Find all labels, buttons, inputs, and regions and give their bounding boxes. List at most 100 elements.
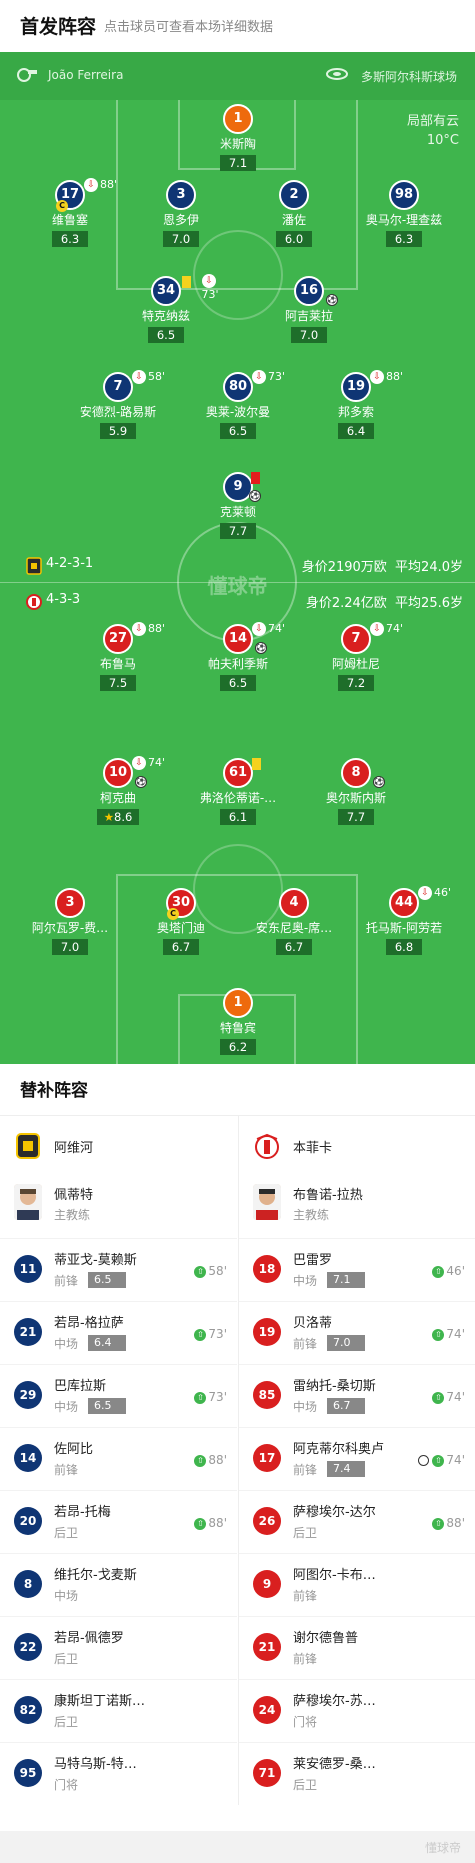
home-player-am2[interactable]: 80 ⇩ 73' 奥莱-波尔曼 6.5	[178, 370, 298, 439]
away-player-cm1[interactable]: 10 ⇩ 74' ⚽ 柯克曲 ★8.6	[58, 756, 178, 825]
sub-in-time: ⇧ 46'	[432, 1264, 465, 1278]
sub-player-row[interactable]: 14 佐阿比 前锋 ⇧ 88'	[0, 1427, 237, 1490]
sub-player-row[interactable]: 24 萨穆埃尔-苏… 门将	[239, 1679, 475, 1742]
sub-player-row[interactable]: 21 若昂-格拉萨 中场 6.4 ⇧ 73'	[0, 1301, 237, 1364]
sub-in-time: ⇧ 88'	[432, 1516, 465, 1530]
coach-photo-icon	[14, 1184, 42, 1220]
sub-number: 17	[253, 1444, 281, 1472]
player-rating: 6.8	[386, 939, 422, 955]
player-rating: 7.0	[52, 939, 88, 955]
home-player-cb1[interactable]: 3 恩多伊 7.0	[121, 180, 241, 247]
away-player-gk[interactable]: 1 特鲁宾 6.2	[178, 988, 298, 1055]
sub-player-row[interactable]: 17 阿克蒂尔科奥卢 前锋 7.4 ⇧ 74'	[239, 1427, 475, 1490]
player-number: 1	[223, 988, 253, 1018]
away-player-lw[interactable]: 27 ⇩ 88' 布鲁马 7.5	[58, 622, 178, 691]
sub-player-row[interactable]: 71 莱安德罗-桑… 后卫	[239, 1742, 475, 1805]
sub-in-minute: 74'	[446, 1390, 465, 1404]
coach-avatar	[253, 1184, 281, 1220]
sub-position: 中场	[54, 1589, 79, 1603]
sub-player-row[interactable]: 18 巴雷罗 中场 7.1 ⇧ 46'	[239, 1238, 475, 1301]
player-name: 托马斯-阿劳若	[365, 921, 443, 935]
player-name: 奥马尔-理查兹	[365, 213, 443, 227]
player-rating: 6.3	[386, 231, 422, 247]
home-player-am3[interactable]: 19 ⇩ 88' 邦多索 6.4	[296, 370, 416, 439]
page-title: 首发阵容	[20, 16, 97, 38]
away-player-cm2[interactable]: 61 弗洛伦蒂诺-… 6.1	[178, 758, 298, 825]
player-rating: 6.2	[220, 1039, 256, 1055]
sub-player-row[interactable]: 26 萨穆埃尔-达尔 后卫 ⇧ 88'	[239, 1490, 475, 1553]
player-name: 柯克曲	[99, 791, 136, 805]
sub-player-row[interactable]: 9 阿图尔-卡布… 前锋	[239, 1553, 475, 1616]
home-team-header[interactable]: 阿维河	[0, 1116, 237, 1172]
sub-in-minute: 73'	[208, 1327, 227, 1341]
away-team-logo-icon	[26, 594, 42, 610]
home-player-dm1[interactable]: 34 ⇩73' 特克纳兹 6.5	[106, 274, 226, 343]
sub-player-row[interactable]: 95 马特乌斯-特… 门将	[0, 1742, 237, 1805]
sub-in-icon: ⇧	[194, 1328, 207, 1341]
home-value: 身价2190万欧	[301, 560, 387, 575]
away-player-cb2[interactable]: 4 安东尼奥-席… 6.7	[234, 888, 354, 955]
sub-number: 8	[14, 1570, 42, 1598]
sub-in-icon: ⇧	[432, 1391, 445, 1404]
sub-off-icon: ⇩	[370, 622, 384, 636]
sub-player-row[interactable]: 82 康斯坦丁诺斯… 后卫	[0, 1679, 237, 1742]
sub-minute: 88'	[386, 370, 404, 383]
player-number: 2	[279, 180, 309, 210]
player-name: 布鲁马	[99, 657, 136, 671]
sub-position: 前锋	[293, 1463, 318, 1477]
home-coach[interactable]: 佩蒂特 主教练	[0, 1172, 237, 1238]
captain-icon: C	[56, 200, 68, 212]
player-name: 克莱顿	[219, 505, 256, 519]
assist-ball-icon: ⚽	[373, 776, 385, 788]
sub-player-row[interactable]: 19 贝洛蒂 前锋 7.0 ⇧ 74'	[239, 1301, 475, 1364]
away-player-cm3[interactable]: 8 ⚽ 奥尔斯内斯 7.7	[296, 758, 416, 825]
sub-number: 26	[253, 1507, 281, 1535]
sub-player-row[interactable]: 11 蒂亚戈-莫赖斯 前锋 6.5 ⇧ 58'	[0, 1238, 237, 1301]
away-player-st[interactable]: 14 ⇩ 74' ⚽ 帕夫利季斯 6.5	[178, 622, 298, 691]
sub-position: 门将	[293, 1715, 318, 1729]
sub-name: 若昂-佩德罗	[54, 1631, 124, 1646]
home-team-name: 阿维河	[54, 1141, 94, 1156]
sub-player-row[interactable]: 22 若昂-佩德罗 后卫	[0, 1616, 237, 1679]
sub-rating: 6.5	[88, 1398, 126, 1414]
away-player-rb[interactable]: 44 ⇩ 46' 托马斯-阿劳若 6.8	[344, 886, 464, 955]
player-rating: 6.7	[276, 939, 312, 955]
sub-player-row[interactable]: 8 维托尔-戈麦斯 中场	[0, 1553, 237, 1616]
sub-player-row[interactable]: 29 巴库拉斯 中场 6.5 ⇧ 73'	[0, 1364, 237, 1427]
home-player-dm2[interactable]: 16 ⚽ 阿吉莱拉 7.0	[249, 276, 369, 343]
home-team-logo-icon	[26, 557, 42, 575]
sub-position: 后卫	[293, 1778, 318, 1792]
home-player-am1[interactable]: 7 ⇩ 58' 安德烈-路易斯 5.9	[58, 370, 178, 439]
away-player-lb[interactable]: 3 阿尔瓦罗-费… 7.0	[10, 888, 130, 955]
away-team-header[interactable]: 本菲卡	[239, 1116, 475, 1172]
sub-position: 前锋	[54, 1463, 79, 1477]
sub-player-row[interactable]: 85 雷纳托-桑切斯 中场 6.7 ⇧ 74'	[239, 1364, 475, 1427]
sub-in-icon: ⇧	[194, 1517, 207, 1530]
home-player-lb[interactable]: 17 ⇩ 88' C 维鲁塞 6.3	[10, 178, 130, 247]
away-formation: 4-3-3	[46, 592, 81, 607]
home-player-gk[interactable]: 1 米斯陶 7.1	[178, 104, 298, 171]
match-info-bar: João Ferreira 多斯阿尔科斯球场	[0, 52, 475, 100]
captain-icon: C	[167, 908, 179, 920]
sub-player-row[interactable]: 21 谢尔德鲁普 前锋	[239, 1616, 475, 1679]
home-player-cb2[interactable]: 2 潘佐 6.0	[234, 180, 354, 247]
sub-player-row[interactable]: 20 若昂-托梅 后卫 ⇧ 88'	[0, 1490, 237, 1553]
away-coach[interactable]: 布鲁诺-拉热 主教练	[239, 1172, 475, 1238]
sub-off-badge: ⇩ 74'	[132, 756, 165, 770]
page-subtitle: 点击球员可查看本场详细数据	[104, 20, 274, 35]
player-number: 98	[389, 180, 419, 210]
home-player-st[interactable]: 9 ⚽ 克莱顿 7.7	[178, 472, 298, 539]
away-player-rw[interactable]: 7 ⇩ 74' 阿姆杜尼 7.2	[296, 622, 416, 691]
sub-position: 前锋	[293, 1337, 318, 1351]
player-number: 10	[103, 758, 133, 788]
player-rating: 7.7	[338, 809, 374, 825]
sub-name: 蒂亚戈-莫赖斯	[54, 1253, 137, 1268]
sub-number: 85	[253, 1381, 281, 1409]
away-subs-column: 本菲卡 布鲁诺-拉热 主教练 18 巴雷罗 中场 7.1 ⇧ 46' 19 贝洛蒂 前锋 7.0 ⇧…	[238, 1116, 475, 1805]
sub-position: 前锋	[293, 1652, 318, 1666]
sub-name: 阿克蒂尔科奥卢	[293, 1442, 385, 1457]
sub-rating: 7.0	[327, 1335, 365, 1351]
away-player-cb1[interactable]: 30 C 奥塔门迪 6.7	[121, 888, 241, 955]
sub-position: 中场	[54, 1400, 79, 1414]
home-player-rb[interactable]: 98 奥马尔-理查兹 6.3	[344, 180, 464, 247]
